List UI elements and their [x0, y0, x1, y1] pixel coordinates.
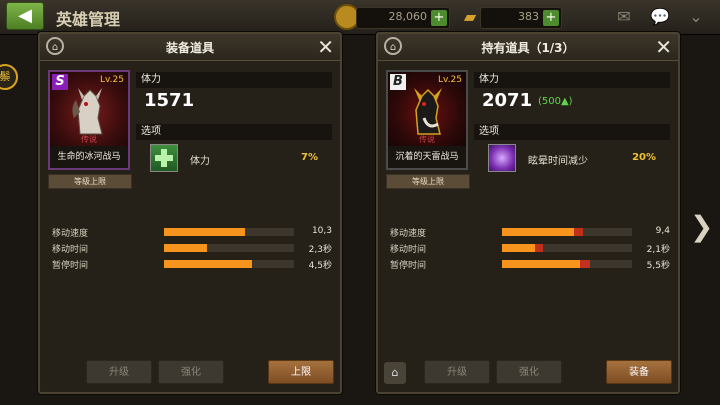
add-gem-button[interactable]: + [543, 10, 559, 26]
stat-bar-label: 暂停时间 [52, 261, 89, 271]
lock-toggle-icon[interactable]: ⌂ [384, 362, 406, 384]
option-name: 体力 [190, 156, 210, 167]
stat-value: 2071 [482, 90, 533, 111]
stat-bar-track [502, 228, 632, 236]
stat-bar-diff [535, 244, 543, 252]
option-name: 眩晕时间减少 [528, 156, 588, 167]
equip-button[interactable]: 装备 [606, 360, 672, 384]
stat-bar-fill [164, 244, 207, 252]
stat-bar-fill [502, 260, 580, 268]
stat-bar-label: 移动时间 [52, 245, 89, 255]
panel-title: 持有道具（1/3） [481, 41, 575, 55]
stat-bar-track [502, 260, 632, 268]
stat-bar-value: 10,3 [311, 226, 332, 236]
green-cross-icon [150, 144, 178, 172]
gem-counter: 383 + [480, 7, 562, 29]
panel-header: ⌂ 装备道具 ✕ [40, 34, 340, 61]
close-button[interactable]: ✕ [655, 34, 672, 60]
close-button[interactable]: ✕ [317, 34, 334, 60]
mail-icon[interactable]: ✉ [612, 7, 636, 27]
stat-bar-label: 移动速度 [52, 229, 89, 239]
stat-bar-track [164, 244, 294, 252]
stat-bar-row: 移动速度 9,4 [390, 226, 672, 240]
stat-bar-fill [502, 228, 574, 236]
option-label: 选项 [136, 124, 332, 140]
limit-button[interactable]: 上限 [268, 360, 334, 384]
option-value: 20% [632, 152, 656, 163]
panel-header: ⌂ 持有道具（1/3） ✕ [378, 34, 678, 61]
owned-item-panel: ⌂ 持有道具（1/3） ✕ B Lv.25 传说 沉着的天雷战马 等级上限 体力… [376, 32, 680, 394]
ticket-icon: ▰ [463, 7, 477, 26]
enhance-button[interactable]: 强化 [158, 360, 224, 384]
item-name: 生命的冰河战马 [50, 146, 128, 168]
screen-title: 英雄管理 [56, 10, 121, 29]
collapse-menu-icon[interactable]: ⌄ [684, 7, 708, 27]
stat-bar-label: 移动时间 [390, 245, 427, 255]
stat-bonus: (500▲) [538, 96, 573, 107]
rarity-tag: 传说 [419, 135, 435, 144]
stat-bar-row: 移动速度 10,3 [52, 226, 334, 240]
level-cap-label: 等级上限 [48, 174, 132, 189]
upgrade-button[interactable]: 升级 [86, 360, 152, 384]
back-button[interactable]: ◀ [6, 2, 44, 30]
chat-icon[interactable]: 💬 [648, 7, 672, 27]
option-label: 选项 [474, 124, 670, 140]
top-bar: ◀ 英雄管理 28,060 + ▰ 383 + ✉ 💬 ⌄ [0, 0, 720, 35]
next-arrow-icon[interactable]: ❯ [690, 210, 713, 243]
grade-badge: S [52, 74, 68, 90]
item-level: Lv.25 [438, 75, 462, 85]
stat-bar-row: 暂停时间 4,5秒 [52, 258, 334, 272]
stat-bar-row: 移动时间 2,3秒 [52, 242, 334, 256]
item-card[interactable]: S Lv.25 传说 生命的冰河战马 [48, 70, 130, 170]
add-gold-button[interactable]: + [431, 10, 447, 26]
level-cap-label: 等级上限 [386, 174, 470, 189]
gem-amount: 383 [518, 10, 539, 23]
stat-bar-value: 2,1秒 [646, 245, 670, 255]
gold-amount: 28,060 [388, 10, 428, 23]
stat-bar-row: 暂停时间 5,5秒 [390, 258, 672, 272]
stat-label: 体力 [474, 72, 670, 88]
stat-bar-diff [574, 228, 583, 236]
stat-bar-value: 5,5秒 [646, 261, 670, 271]
horse-portrait-icon [72, 88, 103, 135]
stat-bar-track [164, 228, 294, 236]
item-level: Lv.25 [100, 75, 124, 85]
purple-burst-icon [488, 144, 516, 172]
gold-counter: 28,060 + [356, 7, 450, 29]
option-value: 7% [301, 152, 318, 163]
grade-badge: B [390, 74, 406, 90]
stat-bar-fill [164, 260, 252, 268]
item-name: 沉着的天雷战马 [388, 146, 466, 168]
stat-bar-track [164, 260, 294, 268]
upgrade-button[interactable]: 升级 [424, 360, 490, 384]
stat-bar-value: 2,3秒 [308, 245, 332, 255]
stat-bar-value: 9,4 [655, 226, 670, 236]
stat-bar-fill [502, 244, 535, 252]
enhance-button[interactable]: 强化 [496, 360, 562, 384]
stat-bar-value: 4,5秒 [308, 261, 332, 271]
stat-bar-diff [580, 260, 590, 268]
stat-bar-label: 暂停时间 [390, 261, 427, 271]
stat-bar-row: 移动时间 2,1秒 [390, 242, 672, 256]
stat-value: 1571 [144, 90, 195, 111]
stat-bar-track [502, 244, 632, 252]
stat-bar-fill [164, 228, 245, 236]
rarity-tag: 传说 [81, 135, 97, 144]
stat-bar-label: 移动速度 [390, 229, 427, 239]
equipped-item-panel: ⌂ 装备道具 ✕ S Lv.25 传说 生命的冰河战马 等级上限 体力 1571… [38, 32, 342, 394]
item-card[interactable]: B Lv.25 传说 沉着的天雷战马 [386, 70, 468, 170]
side-badge[interactable]: 鬃 [0, 64, 18, 90]
stat-label: 体力 [136, 72, 332, 88]
armored-horse-portrait-icon [414, 88, 442, 135]
panel-title: 装备道具 [165, 41, 214, 55]
